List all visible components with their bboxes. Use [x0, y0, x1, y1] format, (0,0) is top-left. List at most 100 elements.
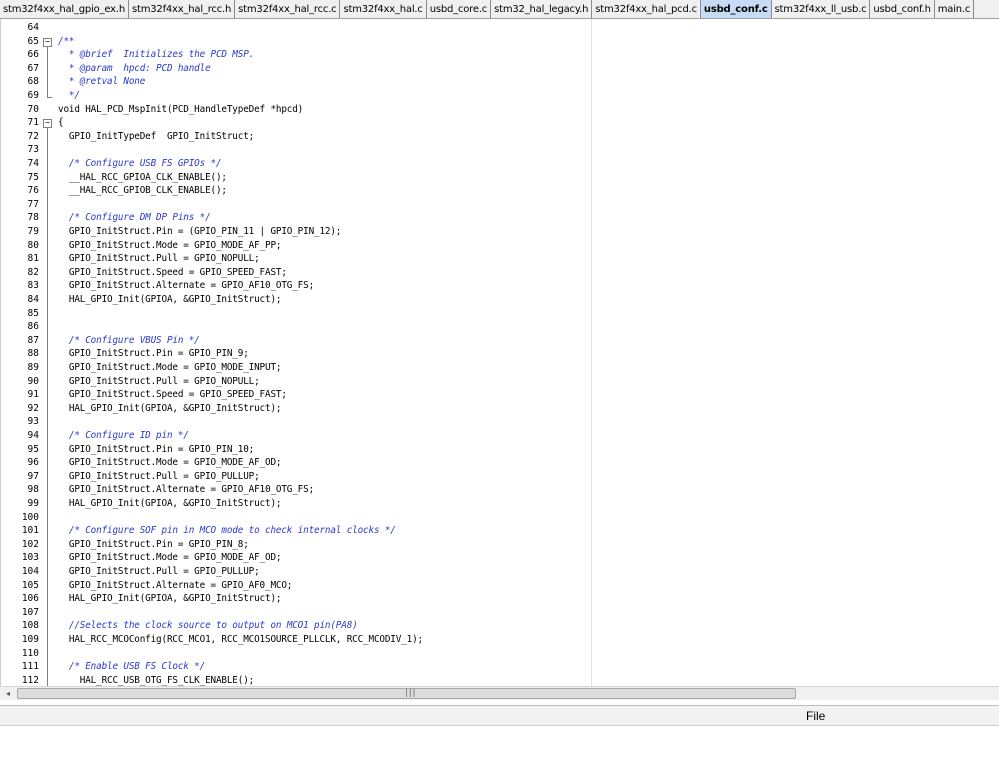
- scrollbar-thumb[interactable]: |||: [17, 688, 796, 699]
- tab-stm32f4xx-hal-c[interactable]: stm32f4xx_hal.c: [340, 0, 427, 18]
- code-line[interactable]: HAL_GPIO_Init(GPIOA, &GPIO_InitStruct);: [58, 498, 282, 509]
- code-line[interactable]: HAL_RCC_MCOConfig(RCC_MCO1, RCC_MCO1SOUR…: [58, 634, 423, 645]
- line-number: 102: [21, 538, 39, 550]
- code-line[interactable]: GPIO_InitStruct.Pin = GPIO_PIN_8;: [58, 539, 249, 550]
- fold-margin: − −: [41, 19, 54, 686]
- tab-stm32f4xx-hal-pcd-c[interactable]: stm32f4xx_hal_pcd.c: [592, 0, 701, 18]
- code-line[interactable]: GPIO_InitStruct.Alternate = GPIO_AF10_OT…: [58, 280, 314, 291]
- line-number-gutter: 64 65 66 67 68 69 70 71 72 73 74 75 76 77 78 79 80 81 82 83…: [1, 19, 41, 686]
- code-line[interactable]: GPIO_InitStruct.Pin = GPIO_PIN_10;: [58, 444, 254, 455]
- code-line[interactable]: GPIO_InitStruct.Alternate = GPIO_AF10_OT…: [58, 484, 314, 495]
- line-number: 99: [27, 498, 39, 509]
- scrollbar-grip-icon: |||: [404, 688, 416, 697]
- code-line[interactable]: HAL_GPIO_Init(GPIOA, &GPIO_InitStruct);: [58, 403, 282, 414]
- code-line[interactable]: /* Configure SOF pin in MCO mode to chec…: [58, 525, 396, 536]
- line-number: 83: [27, 280, 39, 292]
- line-number: 103: [21, 552, 39, 564]
- line-number: 109: [21, 634, 39, 645]
- bottom-panel: File: [0, 705, 999, 726]
- line-number: 96: [27, 457, 39, 469]
- tab-stm32f4xx-ll-usb-c[interactable]: stm32f4xx_ll_usb.c: [772, 0, 871, 18]
- line-number: 73: [27, 144, 39, 156]
- code-line[interactable]: GPIO_InitStruct.Mode = GPIO_MODE_AF_PP;: [58, 240, 282, 251]
- line-number: 90: [27, 375, 39, 387]
- code-line[interactable]: /* Configure VBUS Pin */: [58, 335, 200, 346]
- code-line[interactable]: GPIO_InitStruct.Mode = GPIO_MODE_INPUT;: [58, 362, 282, 373]
- line-number: 106: [21, 593, 39, 605]
- line-number: 64: [27, 22, 39, 33]
- tab-stm32f4xx-hal-rcc-c[interactable]: stm32f4xx_hal_rcc.c: [235, 0, 341, 18]
- code-line[interactable]: HAL_GPIO_Init(GPIOA, &GPIO_InitStruct);: [58, 294, 282, 305]
- edge-margin-line: [591, 19, 592, 686]
- code-line[interactable]: void HAL_PCD_MspInit(PCD_HandleTypeDef *…: [58, 104, 303, 115]
- code-line[interactable]: * @brief Initializes the PCD MSP.: [58, 49, 254, 60]
- line-number: 65: [27, 35, 39, 47]
- tab-stm32-hal-legacy-h[interactable]: stm32_hal_legacy.h: [491, 0, 593, 18]
- fold-end-marker: [47, 97, 52, 98]
- code-line[interactable]: HAL_RCC_USB_OTG_FS_CLK_ENABLE();: [58, 675, 254, 686]
- line-number: 93: [27, 416, 39, 428]
- tab-main-c[interactable]: main.c: [935, 0, 975, 18]
- line-number: 86: [27, 321, 39, 333]
- code-editor[interactable]: 64 65 66 67 68 69 70 71 72 73 74 75 76 77 78 79 80 81 82 83…: [0, 19, 999, 686]
- fold-guide-line: [47, 46, 48, 97]
- fold-toggle-icon[interactable]: −: [43, 119, 52, 129]
- scroll-left-arrow-icon[interactable]: ◂: [2, 688, 14, 700]
- fold-toggle-icon[interactable]: −: [43, 37, 52, 47]
- line-number: 112: [21, 674, 39, 686]
- code-line[interactable]: //Selects the clock source to output on …: [58, 620, 358, 631]
- line-number: 67: [27, 62, 39, 74]
- code-line[interactable]: * @param hpcd: PCD handle: [58, 63, 211, 74]
- code-line[interactable]: GPIO_InitStruct.Pin = (GPIO_PIN_11 | GPI…: [58, 226, 342, 237]
- file-tab-bar: stm32f4xx_hal_gpio_ex.h stm32f4xx_hal_rcc…: [0, 0, 999, 19]
- line-number: 85: [27, 307, 39, 319]
- line-number: 66: [27, 49, 39, 61]
- code-line[interactable]: GPIO_InitStruct.Pull = GPIO_PULLUP;: [58, 471, 260, 482]
- line-number: 69: [27, 90, 39, 101]
- code-line[interactable]: GPIO_InitStruct.Alternate = GPIO_AF0_MCO…: [58, 580, 292, 591]
- tab-stm32f4xx-hal-gpio-ex-h[interactable]: stm32f4xx_hal_gpio_ex.h: [0, 0, 129, 18]
- line-number: 98: [27, 484, 39, 496]
- code-line[interactable]: /* Configure ID pin */: [58, 430, 189, 441]
- code-area[interactable]: /** * @brief Initializes the PCD MSP. * …: [58, 19, 999, 686]
- code-line[interactable]: /* Configure USB FS GPIOs */: [58, 158, 222, 169]
- code-line[interactable]: GPIO_InitTypeDef GPIO_InitStruct;: [58, 131, 254, 142]
- code-line[interactable]: GPIO_InitStruct.Mode = GPIO_MODE_AF_OD;: [58, 457, 282, 468]
- tab-usbd-conf-c[interactable]: usbd_conf.c: [700, 0, 772, 18]
- line-number: 72: [27, 130, 39, 142]
- code-line[interactable]: {: [58, 117, 64, 128]
- code-line[interactable]: GPIO_InitStruct.Pull = GPIO_PULLUP;: [58, 566, 260, 577]
- code-line[interactable]: GPIO_InitStruct.Pin = GPIO_PIN_9;: [58, 348, 249, 359]
- code-line[interactable]: __HAL_RCC_GPIOA_CLK_ENABLE();: [58, 172, 227, 183]
- code-line[interactable]: /* Enable USB FS Clock */: [58, 661, 205, 672]
- code-line[interactable]: GPIO_InitStruct.Pull = GPIO_NOPULL;: [58, 253, 260, 264]
- code-line[interactable]: GPIO_InitStruct.Pull = GPIO_NOPULL;: [58, 376, 260, 387]
- line-number: 70: [27, 103, 39, 115]
- tab-stm32f4xx-hal-rcc-h[interactable]: stm32f4xx_hal_rcc.h: [129, 0, 236, 18]
- code-line[interactable]: /**: [58, 36, 74, 47]
- code-line[interactable]: */: [58, 90, 80, 101]
- line-number: 104: [21, 566, 39, 577]
- line-number: 94: [27, 430, 39, 441]
- line-number: 95: [27, 443, 39, 455]
- line-number: 81: [27, 253, 39, 265]
- line-number: 110: [21, 647, 39, 659]
- code-line[interactable]: GPIO_InitStruct.Mode = GPIO_MODE_AF_OD;: [58, 552, 282, 563]
- file-label: File: [806, 709, 826, 723]
- code-line[interactable]: HAL_GPIO_Init(GPIOA, &GPIO_InitStruct);: [58, 593, 282, 604]
- tab-usbd-conf-h[interactable]: usbd_conf.h: [870, 0, 935, 18]
- line-number: 111: [21, 661, 39, 673]
- code-line[interactable]: GPIO_InitStruct.Speed = GPIO_SPEED_FAST;: [58, 389, 287, 400]
- line-number: 78: [27, 212, 39, 224]
- tab-usbd-core-c[interactable]: usbd_core.c: [427, 0, 492, 18]
- line-number: 105: [21, 579, 39, 591]
- code-line[interactable]: GPIO_InitStruct.Speed = GPIO_SPEED_FAST;: [58, 267, 287, 278]
- line-number: 77: [27, 198, 39, 210]
- code-line[interactable]: * @retval None: [58, 76, 145, 87]
- horizontal-scrollbar[interactable]: ◂ |||: [0, 686, 999, 700]
- line-number: 108: [21, 620, 39, 632]
- code-line[interactable]: /* Configure DM DP Pins */: [58, 212, 211, 223]
- line-number: 80: [27, 239, 39, 251]
- code-line[interactable]: __HAL_RCC_GPIOB_CLK_ENABLE();: [58, 185, 227, 196]
- line-number: 75: [27, 171, 39, 183]
